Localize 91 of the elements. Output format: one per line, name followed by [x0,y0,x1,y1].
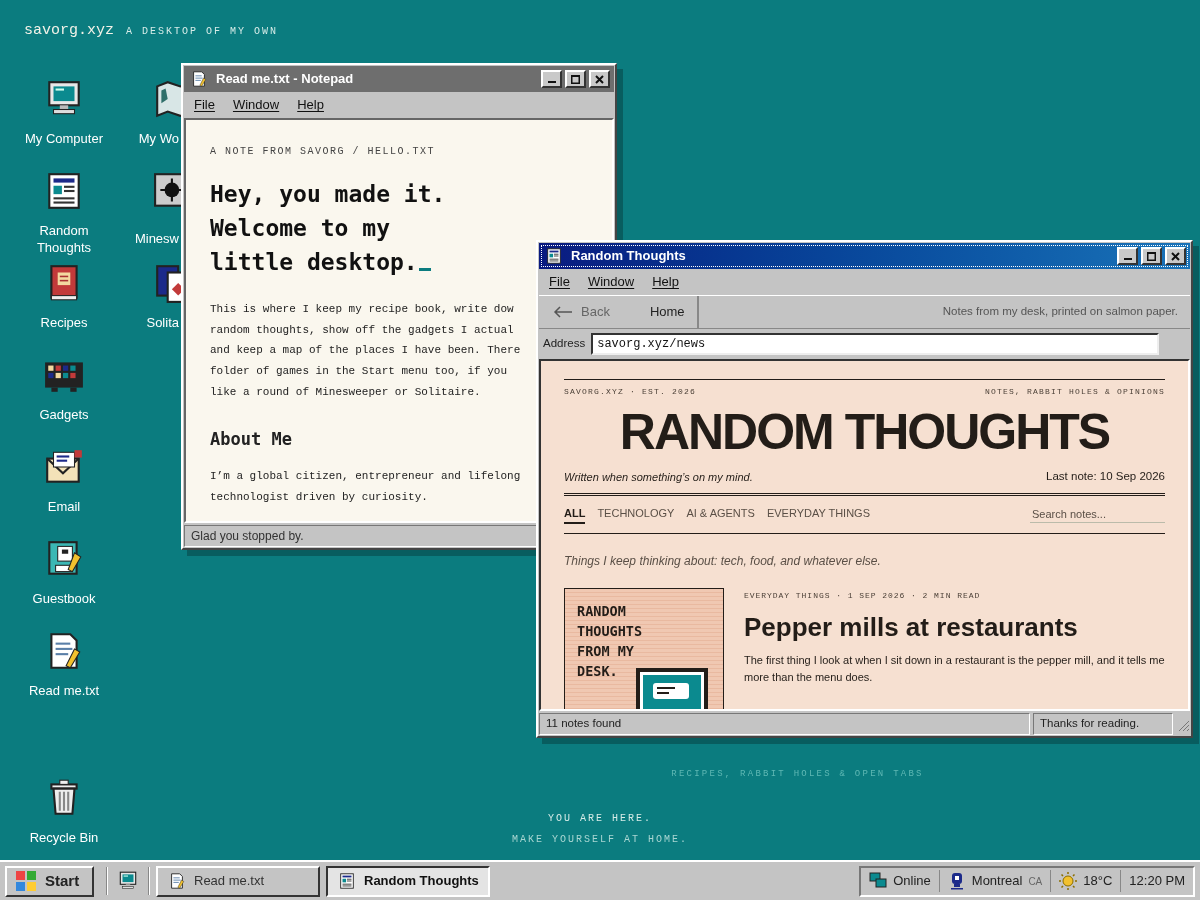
category-tab[interactable]: TECHNOLOGY [597,505,675,524]
illustration-text: RANDOM [577,601,627,621]
tray-text: Montreal [971,872,1023,891]
category-tab[interactable]: ALL [564,505,586,524]
desktop-icon[interactable]: Random Thoughts [14,170,114,262]
minimize-icon [547,81,556,83]
back-button[interactable]: Back [539,296,624,328]
masthead-text: SAVORG.XYZ · EST. 2026 [564,386,697,398]
start-button[interactable]: Start [5,865,94,897]
paragraph-line: I’m a global citizen, entrepreneur and lifelong [210,469,521,484]
desktop-icon[interactable]: Read me.txt [14,630,114,722]
tray-text: 12:20 PM [1129,872,1185,891]
menu-item[interactable]: Window [587,272,635,292]
desktop-icon[interactable]: My Computer [14,78,114,170]
document-eyebrow: A NOTE FROM SAVORG / HELLO.TXT [210,145,437,159]
address-label: Address [543,336,586,352]
close-button[interactable] [589,70,610,88]
close-icon [1171,251,1180,261]
desktop-tagline: A DESKTOP OF MY OWN [126,25,279,39]
desktop-icon[interactable]: Gadgets [14,354,114,446]
desktop-icon[interactable]: Email [14,446,114,538]
tray-text: Online [893,872,931,891]
intro-text: Things I keep thinking about: tech, food, and whatever else. [564,552,882,570]
status-text: Thanks for reading. [1033,713,1173,735]
article-excerpt: The first thing I look at when I sit down in a restaurant is the pepper mill, and it tells me more than the menu does. [744,652,1165,685]
search-field[interactable]: Search notes... [1030,505,1165,524]
paragraph-line: like a round of Minesweeper or Solitaire. [210,384,481,400]
close-button[interactable] [1165,247,1186,265]
network-icon [869,872,888,890]
computer-icon [117,870,139,892]
site-name: savorg.xyz [24,21,114,41]
menu-item[interactable]: File [549,272,570,292]
newspaper-icon [545,247,563,265]
category-tab[interactable]: AI & AGENTS [686,505,755,524]
heading-line: Hey, you made it. [210,180,447,209]
menu-item[interactable]: Help [652,272,679,292]
home-button[interactable]: Home [637,296,699,328]
desktop-icon-label[interactable]: Minesw [134,230,181,247]
maximize-button[interactable] [565,70,586,88]
tray-text: 18°C [1083,872,1113,891]
last-note-date: Last note: 10 Sep 2026 [1046,469,1165,484]
paragraph-line: folder of games in the Start menu too, if you [210,364,508,380]
paragraph-line: and keep a map of the places I have been. There [210,343,521,359]
window-title: Random Thoughts [571,247,687,266]
motto-text: Written when something’s on my mind. [564,469,753,485]
heading-line: little desktop. [210,248,418,277]
four-squares-icon [15,870,37,892]
sun-icon [1059,872,1078,890]
text-cursor [418,268,431,271]
paragraph-line: technologist driven by curiosity. [210,489,428,505]
taskbar-button[interactable]: Read me.txt [156,865,320,897]
country-code: CA [1028,874,1043,889]
category-tab[interactable]: EVERYDAY THINGS [766,505,870,524]
paragraph-line: random thoughts, show off the gadgets I actual [210,322,514,338]
document-icon [190,70,208,88]
menu-item[interactable]: File [194,95,215,115]
masthead-text: NOTES, RABBIT HOLES & OPINIONS [984,386,1165,398]
maximize-button[interactable] [1141,247,1162,265]
minimize-button[interactable] [1117,247,1138,265]
illustration-text: THOUGHTS [577,621,644,641]
paragraph-line: This is where I keep my recipe book, write dow [210,302,514,317]
address-field[interactable]: savorg.xyz/news [591,333,1160,355]
desktop-icon-label[interactable]: My Wo [138,130,181,147]
desktop-icon[interactable]: Recycle Bin [14,776,114,848]
article-meta: EVERYDAY THINGS · 1 SEP 2026 · 2 MIN READ [744,589,982,602]
maximize-icon [1147,251,1156,261]
minimize-button[interactable] [541,70,562,88]
desktop-icon[interactable]: Recipes [14,262,114,354]
toolbar-note: Notes from my desk, printed on salmon paper. [942,304,1179,320]
menu-item[interactable]: Window [232,95,280,115]
maximize-icon [571,74,580,84]
heading-line: Welcome to my [210,214,391,243]
section-heading: About Me [210,427,293,451]
desktop-icon-label[interactable]: Solita [146,314,181,331]
background-tagline: RECIPES, RABBIT HOLES & OPEN TABS [670,768,925,781]
document-icon [168,872,186,890]
back-arrow-icon [553,306,573,318]
taskbar-button[interactable]: Random Thoughts [326,865,490,897]
newspaper-icon [338,872,356,890]
menu-item[interactable]: Help [297,95,324,115]
publication-name: RANDOM THOUGHTS [619,403,1110,462]
footer-text: MAKE YOURSELF AT HOME. [512,833,688,847]
window-title: Read me.txt - Notepad [216,70,355,89]
illustration-text: DESK. [577,661,619,681]
desktop-icon[interactable]: Guestbook [14,538,114,630]
minimize-icon [1123,258,1132,260]
footer-text: YOU ARE HERE. [548,812,652,826]
close-icon [595,74,604,84]
status-text: 11 notes found [539,713,1030,735]
article-title: Pepper mills at restaurants [744,610,1079,644]
illustration-text: FROM MY [577,641,635,661]
